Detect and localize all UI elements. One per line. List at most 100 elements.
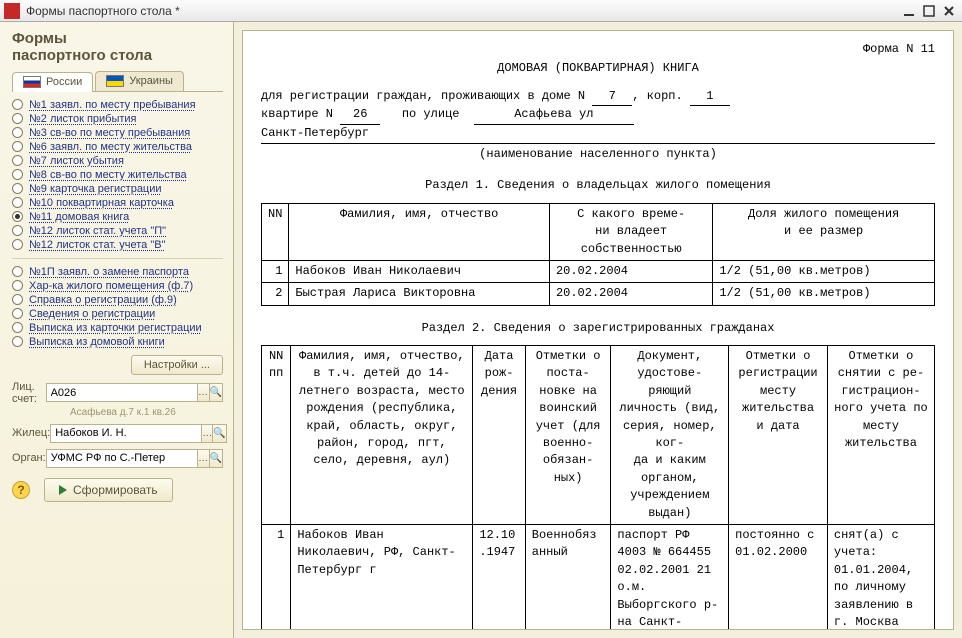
- maximize-button[interactable]: [920, 3, 938, 19]
- close-button[interactable]: [940, 3, 958, 19]
- tab-ukraine-label: Украины: [129, 75, 173, 87]
- radio-icon: [12, 266, 23, 277]
- t1-col-fio: Фамилия, имя, отчество: [289, 203, 550, 260]
- app-icon: [4, 3, 20, 19]
- radio-icon: [12, 211, 23, 222]
- t1-col-nn: NN: [262, 203, 289, 260]
- organ-search-button[interactable]: 🔍: [210, 449, 223, 468]
- form-item[interactable]: №1 заявл. по месту пребывания: [12, 98, 223, 112]
- radio-icon: [12, 155, 23, 166]
- radio-icon: [12, 113, 23, 124]
- form-item[interactable]: Сведения о регистрации: [12, 307, 223, 321]
- form-item-label: Выписка из карточки регистрации: [29, 322, 202, 334]
- form-item[interactable]: Выписка из карточки регистрации: [12, 321, 223, 335]
- table-row: 1Набоков Иван Николаевич, РФ, Санкт-Пете…: [262, 524, 935, 630]
- settings-button[interactable]: Настройки ...: [131, 355, 223, 375]
- form-item-label: №12 листок стат. учета "В": [29, 239, 166, 251]
- form-item[interactable]: №1П заявл. о замене паспорта: [12, 265, 223, 279]
- window-title: Формы паспортного стола *: [26, 4, 898, 18]
- radio-icon: [12, 169, 23, 180]
- help-icon[interactable]: ?: [12, 481, 30, 499]
- flag-russia-icon: [23, 76, 41, 88]
- address-line-2: квартире N 26 по улице Асафьева ул: [261, 106, 935, 124]
- doc-title: ДОМОВАЯ (ПОКВАРТИРНАЯ) КНИГА: [261, 60, 935, 77]
- separator: [12, 258, 223, 259]
- form-item-label: №8 св-во по месту жительства: [29, 169, 187, 181]
- sidebar-heading: Формы паспортного стола: [12, 30, 223, 65]
- document-pane: Форма N 11 ДОМОВАЯ (ПОКВАРТИРНАЯ) КНИГА …: [234, 22, 962, 638]
- form-item[interactable]: №12 листок стат. учета "В": [12, 238, 223, 252]
- form-item-label: №12 листок стат. учета "П": [29, 225, 166, 237]
- account-search-button[interactable]: 🔍: [210, 383, 223, 402]
- organ-browse-button[interactable]: …: [198, 449, 210, 468]
- form-item[interactable]: №7 листок убытия: [12, 154, 223, 168]
- city-line: Санкт-Петербург: [261, 125, 935, 144]
- form-item[interactable]: №10 поквартирная карточка: [12, 196, 223, 210]
- tab-ukraine[interactable]: Украины: [95, 71, 184, 91]
- organ-label: Орган:: [12, 452, 46, 464]
- form-item-label: №2 листок прибытия: [29, 113, 137, 125]
- form-item[interactable]: №3 св-во по месту пребывания: [12, 126, 223, 140]
- tab-russia-label: России: [46, 76, 82, 88]
- form-item-label: Сведения о регистрации: [29, 308, 155, 320]
- form-item-label: Хар-ка жилого помещения (ф.7): [29, 280, 193, 292]
- flag-ukraine-icon: [106, 75, 124, 87]
- t2-col-nn: NN пп: [262, 346, 291, 525]
- minimize-button[interactable]: [900, 3, 918, 19]
- tenant-input[interactable]: [50, 424, 202, 443]
- form-number: Форма N 11: [261, 41, 935, 58]
- account-browse-button[interactable]: …: [198, 383, 210, 402]
- table-row: 1Набоков Иван Николаевич20.02.20041/2 (5…: [262, 260, 935, 282]
- section-2-title: Раздел 2. Сведения о зарегистрированных …: [261, 320, 935, 337]
- organ-input[interactable]: [46, 449, 198, 468]
- form-item-label: №9 карточка регистрации: [29, 183, 162, 195]
- generate-button[interactable]: Сформировать: [44, 478, 173, 502]
- radio-icon: [12, 127, 23, 138]
- form-list-a: №1 заявл. по месту пребывания №2 листок п…: [12, 98, 223, 252]
- tenant-label: Жилец:: [12, 427, 50, 439]
- section-1-title: Раздел 1. Сведения о владельцах жилого п…: [261, 177, 935, 194]
- form-item[interactable]: №8 св-во по месту жительства: [12, 168, 223, 182]
- radio-icon: [12, 197, 23, 208]
- form-item-label: №1П заявл. о замене паспорта: [29, 266, 189, 278]
- account-hint: Асафьева д.7 к.1 кв.26: [12, 407, 223, 418]
- t2-col-birth: Дата рож- дения: [473, 346, 525, 525]
- radio-icon: [12, 239, 23, 250]
- radio-icon: [12, 280, 23, 291]
- sidebar: Формы паспортного стола России Украины №…: [0, 22, 234, 638]
- form-item[interactable]: Хар-ка жилого помещения (ф.7): [12, 279, 223, 293]
- form-item-label: №1 заявл. по месту пребывания: [29, 99, 196, 111]
- form-item[interactable]: №6 заявл. по месту жительства: [12, 140, 223, 154]
- form-item[interactable]: №12 листок стат. учета "П": [12, 224, 223, 238]
- form-list-b: №1П заявл. о замене паспорта Хар-ка жилог…: [12, 265, 223, 349]
- form-item[interactable]: №11 домовая книга: [12, 210, 223, 224]
- form-item[interactable]: Выписка из домовой книги: [12, 335, 223, 349]
- account-input[interactable]: [46, 383, 198, 402]
- generate-button-label: Сформировать: [73, 483, 158, 497]
- t1-col-share: Доля жилого помещения и ее размер: [713, 203, 935, 260]
- owners-table: NN Фамилия, имя, отчество С какого време…: [261, 203, 935, 306]
- tenant-browse-button[interactable]: …: [202, 424, 213, 443]
- form-item-label: №10 поквартирная карточка: [29, 197, 174, 209]
- tenant-search-button[interactable]: 🔍: [213, 424, 226, 443]
- radio-icon: [12, 322, 23, 333]
- form-item[interactable]: Справка о регистрации (ф.9): [12, 293, 223, 307]
- city-caption: (наименование населенного пункта): [261, 146, 935, 163]
- form-item-label: №3 св-во по месту пребывания: [29, 127, 190, 139]
- radio-icon: [12, 336, 23, 347]
- country-tabs: России Украины: [12, 71, 223, 92]
- table-row: 2Быстрая Лариса Викторовна20.02.20041/2 …: [262, 283, 935, 305]
- t2-col-dereg: Отметки о снятии с ре- гистрацион- ного …: [827, 346, 934, 525]
- address-line-1: для регистрации граждан, проживающих в д…: [261, 88, 935, 106]
- radio-icon: [12, 99, 23, 110]
- radio-icon: [12, 308, 23, 319]
- t2-col-fio: Фамилия, имя, отчество, в т.ч. детей до …: [291, 346, 473, 525]
- radio-icon: [12, 141, 23, 152]
- form-item-label: Выписка из домовой книги: [29, 336, 165, 348]
- form-item[interactable]: №9 карточка регистрации: [12, 182, 223, 196]
- form-item[interactable]: №2 листок прибытия: [12, 112, 223, 126]
- form-item-label: Справка о регистрации (ф.9): [29, 294, 177, 306]
- document[interactable]: Форма N 11 ДОМОВАЯ (ПОКВАРТИРНАЯ) КНИГА …: [242, 30, 954, 630]
- window-titlebar: Формы паспортного стола *: [0, 0, 962, 22]
- tab-russia[interactable]: России: [12, 72, 93, 92]
